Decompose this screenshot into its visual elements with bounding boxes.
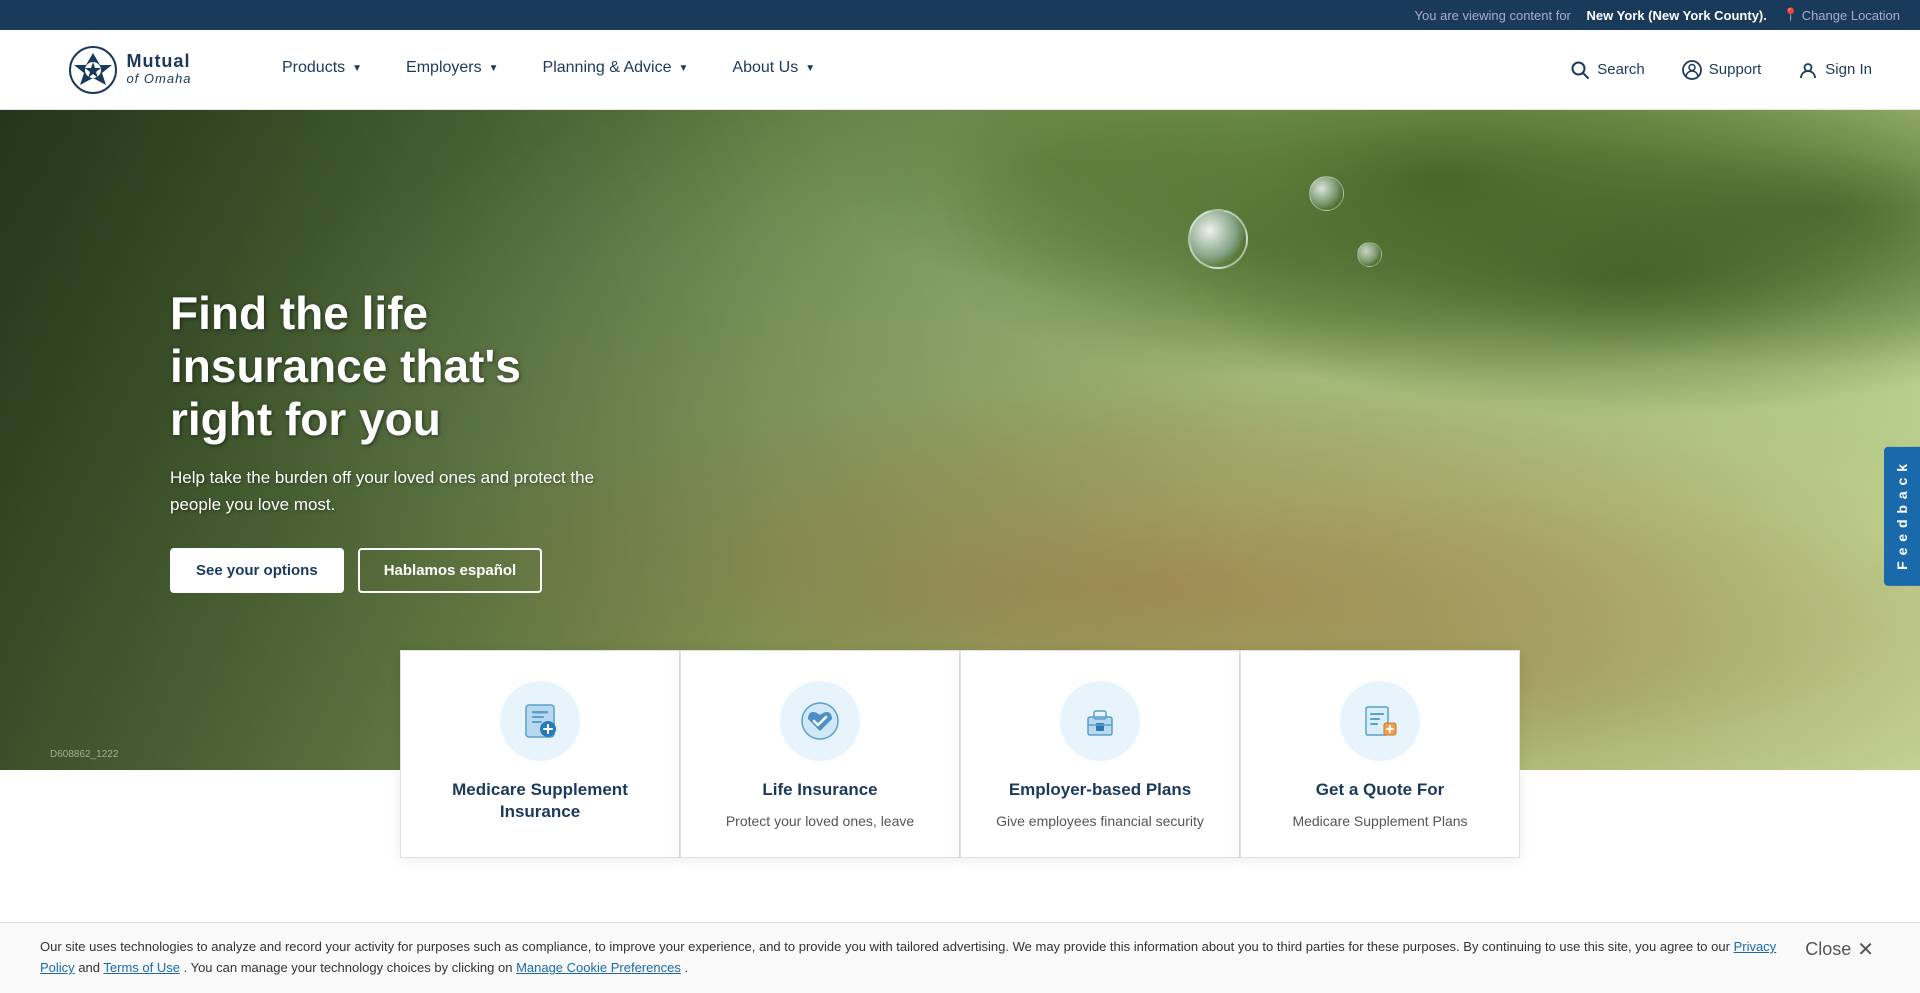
top-bar: You are viewing content for New York (Ne… bbox=[0, 0, 1920, 30]
chevron-icon: ▼ bbox=[352, 63, 362, 74]
employer-icon bbox=[1060, 681, 1140, 761]
signin-icon bbox=[1797, 59, 1819, 81]
card-employer-title: Employer-based Plans bbox=[1009, 779, 1191, 801]
medicare-icon bbox=[500, 681, 580, 761]
manage-cookie-link[interactable]: Manage Cookie Preferences bbox=[516, 960, 681, 975]
close-x-icon: ✕ bbox=[1857, 940, 1874, 960]
logo[interactable]: Mutual of Omaha bbox=[40, 42, 220, 97]
chevron-icon: ▼ bbox=[805, 63, 815, 74]
nav-link-employers[interactable]: Employers ▼ bbox=[384, 30, 520, 110]
search-nav-button[interactable]: Search bbox=[1561, 55, 1653, 85]
card-life[interactable]: Life Insurance Protect your loved ones, … bbox=[680, 650, 960, 858]
cookie-manage-text: . You can manage your technology choices… bbox=[184, 960, 513, 975]
card-life-desc: Protect your loved ones, leave bbox=[726, 811, 914, 832]
nav-item-employers[interactable]: Employers ▼ bbox=[384, 30, 520, 110]
nav-right: Search Support Sign In bbox=[1561, 55, 1880, 85]
cookie-main-text: Our site uses technologies to analyze an… bbox=[40, 939, 1730, 954]
nav-link-products[interactable]: Products ▼ bbox=[260, 30, 384, 110]
card-employer-desc: Give employees financial security bbox=[996, 811, 1204, 832]
card-life-title: Life Insurance bbox=[762, 779, 877, 801]
cards-section: Medicare Supplement Insurance Life Insur… bbox=[0, 650, 1920, 858]
change-location-link[interactable]: 📍 Change Location bbox=[1783, 7, 1901, 23]
card-quote-title: Get a Quote For bbox=[1316, 779, 1444, 801]
card-employer[interactable]: Employer-based Plans Give employees fina… bbox=[960, 650, 1240, 858]
life-icon bbox=[780, 681, 860, 761]
cookie-text-area: Our site uses technologies to analyze an… bbox=[40, 937, 1779, 979]
card-medicare[interactable]: Medicare Supplement Insurance bbox=[400, 650, 680, 858]
nav-item-products[interactable]: Products ▼ bbox=[260, 30, 384, 110]
logo-icon bbox=[68, 45, 118, 95]
cookie-and: and bbox=[78, 960, 100, 975]
hero-buttons: See your options Hablamos español bbox=[170, 548, 620, 593]
location-text: New York (New York County). bbox=[1587, 8, 1767, 23]
terms-of-use-link[interactable]: Terms of Use bbox=[103, 960, 180, 975]
logo-area[interactable]: Mutual of Omaha bbox=[40, 42, 220, 97]
support-icon bbox=[1681, 59, 1703, 81]
card-quote-desc: Medicare Supplement Plans bbox=[1292, 811, 1467, 832]
support-nav-button[interactable]: Support bbox=[1673, 55, 1770, 85]
card-quote[interactable]: Get a Quote For Medicare Supplement Plan… bbox=[1240, 650, 1520, 858]
main-nav: Mutual of Omaha Products ▼ Employers ▼ P… bbox=[0, 30, 1920, 110]
feedback-button[interactable]: F e e d b a c k bbox=[1884, 447, 1920, 586]
feedback-side[interactable]: F e e d b a c k bbox=[1884, 447, 1920, 586]
see-options-button[interactable]: See your options bbox=[170, 548, 344, 593]
hablamos-espanol-button[interactable]: Hablamos español bbox=[358, 548, 543, 593]
hero-content: Find the life insurance that's right for… bbox=[0, 287, 620, 593]
chevron-icon: ▼ bbox=[489, 63, 499, 74]
nav-links: Products ▼ Employers ▼ Planning & Advice… bbox=[260, 30, 1561, 110]
signin-nav-button[interactable]: Sign In bbox=[1789, 55, 1880, 85]
logo-of: of Omaha bbox=[126, 72, 191, 86]
location-icon: 📍 bbox=[1783, 7, 1799, 23]
logo-mutual: Mutual bbox=[126, 52, 191, 72]
hero-title: Find the life insurance that's right for… bbox=[170, 287, 620, 446]
search-icon bbox=[1569, 59, 1591, 81]
nav-item-planning[interactable]: Planning & Advice ▼ bbox=[521, 30, 711, 110]
chevron-icon: ▼ bbox=[679, 63, 689, 74]
cookie-close-button[interactable]: Close ✕ bbox=[1799, 937, 1880, 962]
viewing-text: You are viewing content for bbox=[1415, 8, 1571, 23]
hero-subtitle: Help take the burden off your loved ones… bbox=[170, 464, 620, 518]
nav-link-about[interactable]: About Us ▼ bbox=[710, 30, 837, 110]
cookie-banner: Our site uses technologies to analyze an… bbox=[0, 922, 1920, 993]
cookie-period: . bbox=[684, 960, 688, 975]
nav-link-planning[interactable]: Planning & Advice ▼ bbox=[521, 30, 711, 110]
nav-item-about[interactable]: About Us ▼ bbox=[710, 30, 837, 110]
quote-icon bbox=[1340, 681, 1420, 761]
card-medicare-title: Medicare Supplement Insurance bbox=[425, 779, 655, 823]
